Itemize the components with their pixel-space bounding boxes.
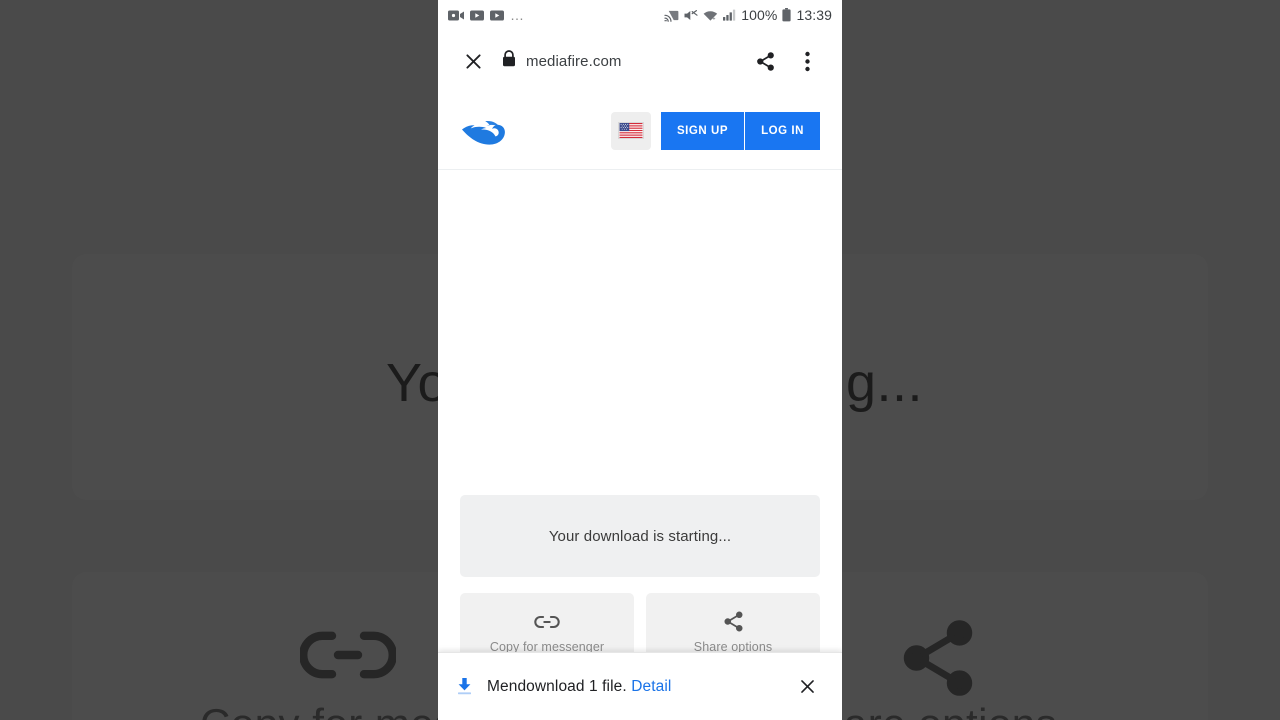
download-status-panel: Your download is starting... bbox=[460, 495, 820, 577]
cast-icon bbox=[664, 9, 679, 22]
link-icon bbox=[534, 608, 560, 636]
status-bar-system-icons: + 100% 13:39 bbox=[664, 7, 832, 23]
site-header: SIGN UP LOG IN bbox=[438, 92, 842, 170]
status-bar-notifications: … bbox=[448, 8, 525, 22]
download-detail-link[interactable]: Detail bbox=[631, 678, 671, 695]
wifi-icon: + bbox=[703, 9, 718, 21]
action-tile-grid: Copy for messenger Share options f Post … bbox=[460, 593, 820, 652]
share-button[interactable] bbox=[744, 40, 786, 82]
download-notification-bar: Mendownload 1 file. Detail bbox=[438, 652, 842, 720]
play-box-icon bbox=[470, 10, 484, 21]
more-vertical-icon[interactable] bbox=[786, 40, 828, 82]
download-message-text: Mendownload 1 file. bbox=[487, 677, 627, 695]
cellular-signal-icon bbox=[723, 9, 736, 21]
mediafire-flame-logo[interactable] bbox=[460, 114, 514, 148]
video-camera-icon bbox=[448, 10, 464, 21]
svg-text:+: + bbox=[713, 16, 716, 21]
play-box-icon bbox=[490, 10, 504, 21]
tile-share-options[interactable]: Share options bbox=[646, 593, 820, 652]
bg-tile-right-label: hare options bbox=[820, 700, 1057, 720]
battery-icon bbox=[782, 8, 792, 22]
volume-mute-icon bbox=[684, 9, 698, 22]
share-icon bbox=[722, 608, 745, 636]
signup-button[interactable]: SIGN UP bbox=[660, 111, 746, 150]
download-message: Mendownload 1 file. Detail bbox=[487, 678, 671, 696]
battery-percentage: 100% bbox=[741, 7, 778, 23]
tile-label: Share options bbox=[693, 639, 773, 653]
bg-headline-right: g... bbox=[846, 353, 924, 413]
clock: 13:39 bbox=[796, 7, 832, 23]
close-tab-button[interactable] bbox=[452, 40, 494, 82]
url-text: mediafire.com bbox=[526, 52, 622, 70]
tile-label: Copy for messenger bbox=[489, 639, 605, 653]
browser-toolbar: mediafire.com bbox=[438, 30, 842, 92]
us-flag-icon bbox=[617, 122, 644, 139]
bg-share-icon bbox=[895, 615, 981, 701]
android-status-bar: … + 100% 13:39 bbox=[438, 0, 842, 30]
bg-link-icon bbox=[300, 626, 396, 684]
notification-overflow-dots: … bbox=[510, 7, 525, 23]
page-body: Your download is starting... Copy for me… bbox=[438, 170, 842, 652]
phone-viewport: … + 100% 13:39 mediafire.com SIGN UP LOG… bbox=[438, 0, 842, 720]
lock-icon bbox=[502, 50, 516, 72]
login-button[interactable]: LOG IN bbox=[745, 111, 820, 150]
tile-copy-for-messenger[interactable]: Copy for messenger bbox=[460, 593, 634, 652]
language-selector-button[interactable] bbox=[610, 111, 651, 150]
download-status-message: Your download is starting... bbox=[548, 527, 732, 545]
header-actions: SIGN UP LOG IN bbox=[610, 111, 820, 150]
url-bar[interactable]: mediafire.com bbox=[502, 50, 622, 72]
download-icon bbox=[456, 677, 473, 696]
close-download-bar-button[interactable] bbox=[790, 670, 824, 704]
